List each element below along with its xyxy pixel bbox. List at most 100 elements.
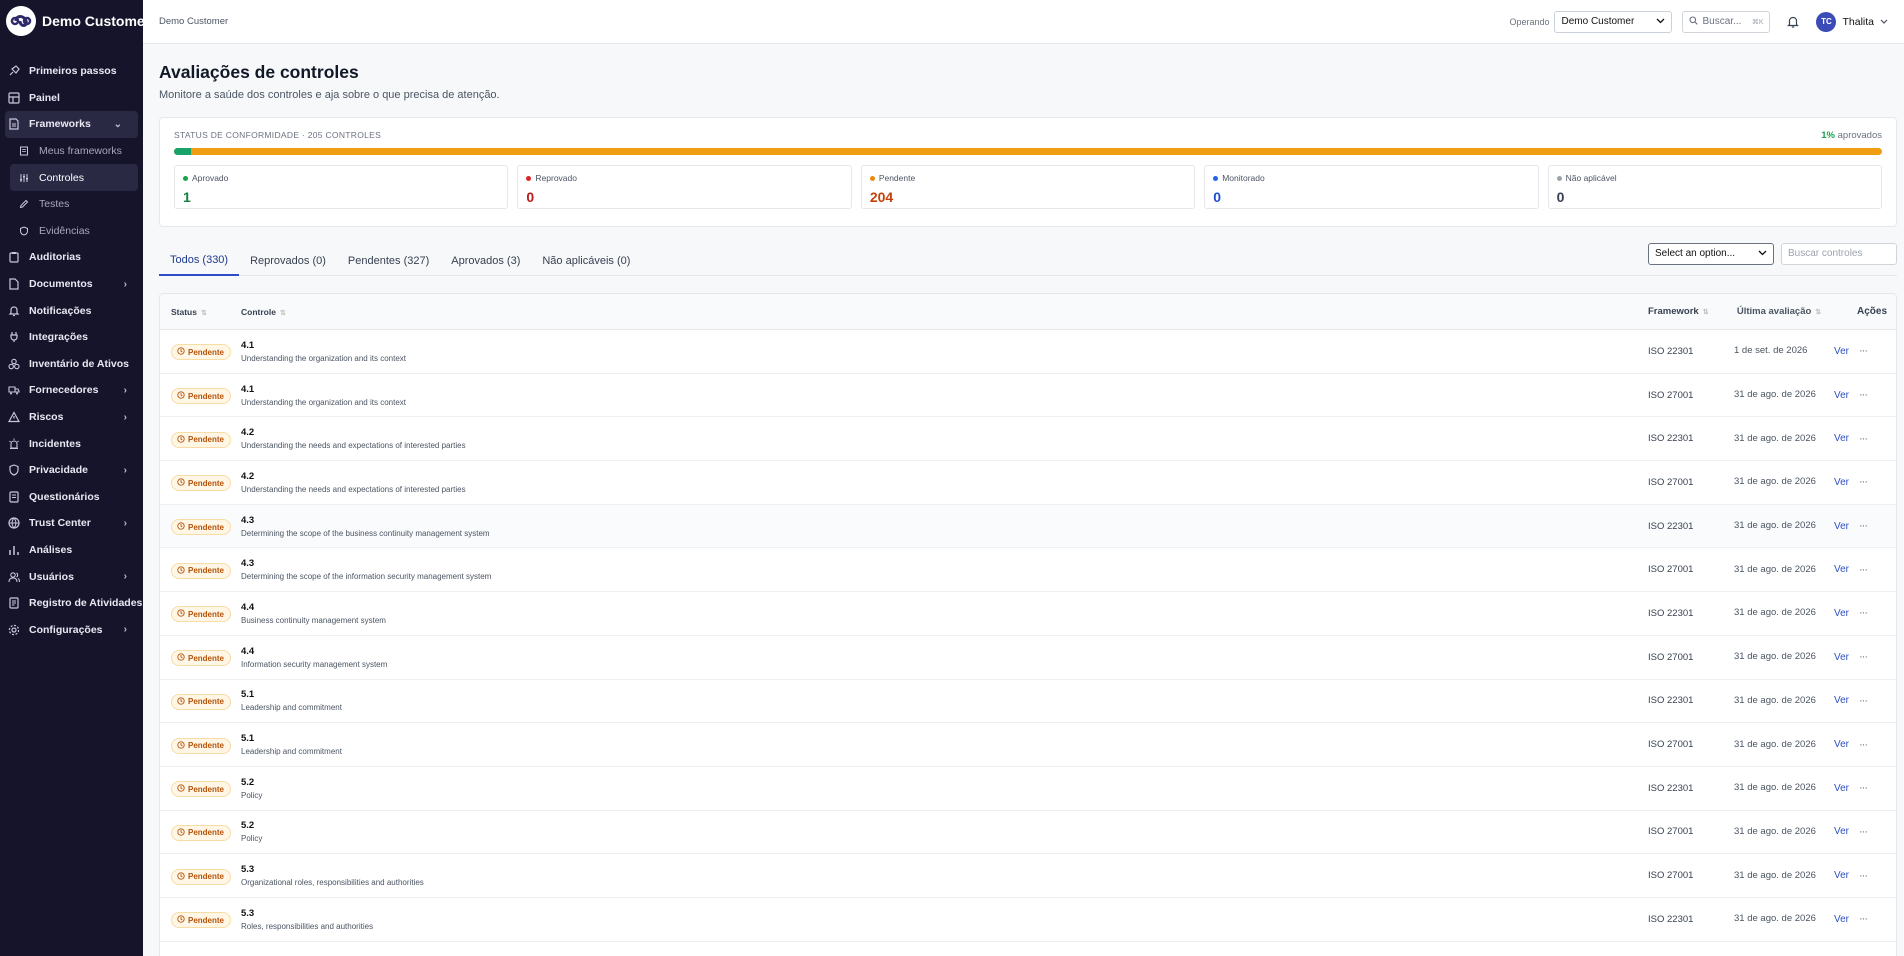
col-status[interactable]: Status ⇅ [160,307,241,317]
clock-icon [177,478,185,488]
view-link[interactable]: Ver [1834,914,1849,925]
sidebar-item-controles[interactable]: Controles [10,164,138,191]
tab-nao-aplicaveis[interactable]: Não aplicáveis (0) [531,246,641,276]
more-options-icon[interactable]: ··· [1859,520,1868,532]
view-link[interactable]: Ver [1834,608,1849,619]
view-link[interactable]: Ver [1834,477,1849,488]
sidebar-item-riscos[interactable]: Riscos › [0,404,143,431]
status-dot [1213,175,1219,181]
tile-aprovado[interactable]: Aprovado 1 [174,165,509,209]
sidebar-item-notificacoes[interactable]: Notificações [0,297,143,324]
sidebar-item-primeiros-passos[interactable]: Primeiros passos [0,58,143,85]
table-row[interactable]: Pendente 5.1 Leadership and commitment ISO … [160,680,1896,724]
view-link[interactable]: Ver [1834,870,1849,881]
sidebar-item-meus-frameworks[interactable]: Meus frameworks [0,138,143,165]
view-link[interactable]: Ver [1834,433,1849,444]
sidebar-item-integracoes[interactable]: Integrações [0,324,143,351]
table-row[interactable]: Pendente6.1ISO 2700131 de ago. deVer··· [160,942,1896,956]
bell-icon[interactable] [1786,15,1800,29]
tile-monitorado[interactable]: Monitorado 0 [1204,165,1539,209]
sidebar-item-painel[interactable]: Painel [0,85,143,112]
sidebar-item-privacidade[interactable]: Privacidade › [0,457,143,484]
chevron-right-icon: › [123,464,127,476]
more-options-icon[interactable]: ··· [1859,695,1868,707]
more-options-icon[interactable]: ··· [1859,913,1868,925]
more-options-icon[interactable]: ··· [1859,607,1868,619]
view-link[interactable]: Ver [1834,346,1849,357]
more-options-icon[interactable]: ··· [1859,389,1868,401]
col-last-eval[interactable]: Última avaliação ⇅ [1734,306,1834,318]
tab-reprovados[interactable]: Reprovados (0) [239,246,337,276]
tab-todos[interactable]: Todos (330) [159,246,240,276]
control-description: Understanding the needs and expectations… [241,441,466,451]
col-control[interactable]: Controle ⇅ [241,307,1648,317]
sidebar-item-questionarios[interactable]: Questionários [0,484,143,511]
sidebar-item-usuarios[interactable]: Usuários › [0,563,143,590]
table-row[interactable]: Pendente 4.1 Understanding the organizatio… [160,330,1896,374]
clock-icon [177,391,185,401]
more-options-icon[interactable]: ··· [1859,826,1868,838]
sidebar-item-trust-center[interactable]: Trust Center › [0,510,143,537]
table-row[interactable]: Pendente 4.4 Business continuity managemen… [160,592,1896,636]
last-eval-cell: 31 de ago. de 2026 [1734,389,1816,401]
last-eval-cell: 1 de set. de 2026 [1734,345,1808,357]
table-row[interactable]: Pendente 5.3 Organizational roles, respons… [160,854,1896,898]
view-link[interactable]: Ver [1834,564,1849,575]
tile-pendente[interactable]: Pendente 204 [860,165,1196,209]
table-row[interactable]: Pendente 4.2 Understanding the needs and e… [160,461,1896,505]
global-search-input[interactable]: Buscar... ⌘K [1682,10,1771,33]
more-options-icon[interactable]: ··· [1859,476,1868,488]
sidebar-item-auditorias[interactable]: Auditorias [0,244,143,271]
control-description: Leadership and commitment [241,747,342,757]
more-options-icon[interactable]: ··· [1859,345,1868,357]
table-row[interactable]: Pendente 4.3 Determining the scope of the … [160,548,1896,593]
more-options-icon[interactable]: ··· [1859,433,1868,445]
more-options-icon[interactable]: ··· [1859,564,1868,576]
sidebar-item-incidentes[interactable]: Incidentes [0,430,143,457]
more-options-icon[interactable]: ··· [1859,651,1868,663]
sidebar-item-fornecedores[interactable]: Fornecedores › [0,377,143,404]
tile-reprovado[interactable]: Reprovado 0 [517,165,852,209]
sidebar-item-testes[interactable]: Testes [0,191,143,218]
more-options-icon[interactable]: ··· [1859,739,1868,751]
view-link[interactable]: Ver [1834,695,1849,706]
operating-select[interactable]: Demo Customer [1554,10,1673,33]
framework-filter-select[interactable]: Select an option... [1648,242,1774,265]
sidebar-item-frameworks[interactable]: Frameworks ⌄ [5,111,138,138]
view-link[interactable]: Ver [1834,826,1849,837]
controls-search-input[interactable]: Buscar controles [1781,242,1897,265]
table-row[interactable]: Pendente 5.2 Policy ISO 22301 31 de ago. de … [160,767,1896,811]
sidebar-item-registro-atividades[interactable]: Registro de Atividades [0,590,143,617]
sidebar-item-configuracoes[interactable]: Configurações › [0,616,143,643]
col-framework[interactable]: Framework ⇅ [1648,306,1734,317]
view-link[interactable]: Ver [1834,390,1849,401]
plug-icon [8,331,20,343]
user-name: Thalita [1842,15,1874,28]
sidebar-item-evidencias[interactable]: Evidências [0,218,143,245]
view-link[interactable]: Ver [1834,739,1849,750]
chevron-right-icon: › [123,384,127,396]
control-description: Policy [241,790,263,800]
breadcrumb[interactable]: Demo Customer [159,16,228,27]
brand[interactable]: Demo Customer [0,0,143,42]
tile-nao-aplicavel[interactable]: Não aplicável 0 [1547,165,1883,209]
view-link[interactable]: Ver [1834,521,1849,532]
more-options-icon[interactable]: ··· [1859,870,1868,882]
table-row[interactable]: Pendente 5.2 Policy ISO 27001 31 de ago. de … [160,811,1896,855]
table-row[interactable]: Pendente 4.4 Information security manageme… [160,636,1896,680]
table-row[interactable]: Pendente 4.2 Understanding the needs and e… [160,417,1896,462]
sidebar-item-analises[interactable]: Análises [0,537,143,564]
more-options-icon[interactable]: ··· [1859,782,1868,794]
tab-pendentes[interactable]: Pendentes (327) [337,246,440,276]
tab-aprovados[interactable]: Aprovados (3) [440,246,531,276]
table-row[interactable]: Pendente 4.1 Understanding the organizatio… [160,374,1896,418]
sidebar-item-documentos[interactable]: Documentos › [0,271,143,298]
view-link[interactable]: Ver [1834,783,1849,794]
table-body: Pendente 4.1 Understanding the organizatio… [160,330,1896,956]
user-menu[interactable]: TC Thalita [1816,11,1888,32]
view-link[interactable]: Ver [1834,652,1849,663]
sidebar-item-inventario[interactable]: Inventário de Ativos [0,351,143,378]
table-row[interactable]: Pendente 5.1 Leadership and commitment ISO … [160,723,1896,767]
table-row[interactable]: Pendente 5.3 Roles, responsibilities and a… [160,898,1896,942]
table-row[interactable]: Pendente 4.3 Determining the scope of the … [160,504,1896,549]
